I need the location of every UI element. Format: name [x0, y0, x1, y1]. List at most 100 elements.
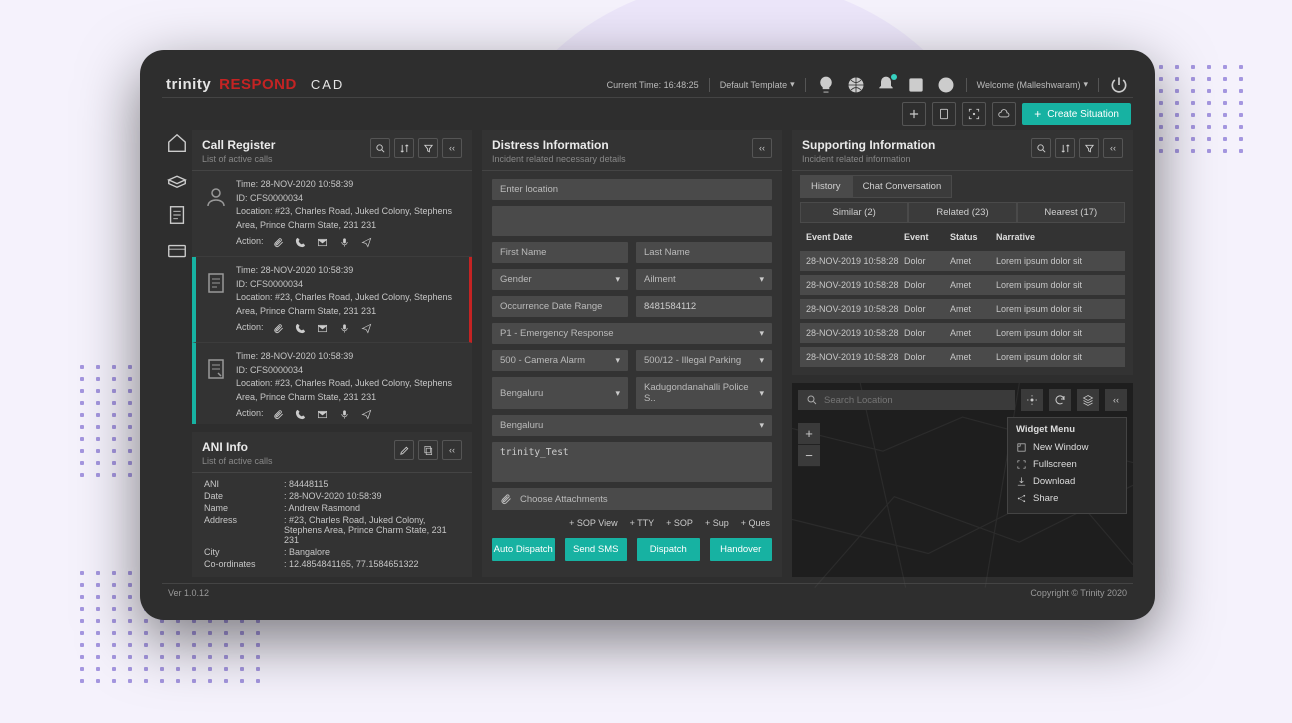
auto-dispatch-button[interactable]: Auto Dispatch: [492, 538, 555, 561]
send-icon[interactable]: [360, 321, 374, 335]
zoom-out-button[interactable]: −: [798, 445, 820, 467]
zoom-in-button[interactable]: +: [798, 423, 820, 445]
scan-icon[interactable]: [166, 168, 188, 190]
subtab-similar[interactable]: Similar (2): [800, 202, 908, 223]
filter-icon[interactable]: [1079, 138, 1099, 158]
refresh-icon[interactable]: [1049, 389, 1071, 411]
ques-link[interactable]: + Ques: [741, 518, 770, 528]
subtab-related[interactable]: Related (23): [908, 202, 1016, 223]
priority-select[interactable]: P1 - Emergency Response: [492, 323, 772, 344]
location-input[interactable]: [492, 179, 772, 200]
sort-icon[interactable]: [394, 138, 414, 158]
call-card[interactable]: Time: 28-NOV-2020 10:58:39 ID: CFS000003…: [192, 171, 472, 257]
edit-icon[interactable]: [394, 440, 414, 460]
current-time-label: Current Time: 16:48:25: [607, 80, 699, 90]
bell-icon[interactable]: [876, 75, 896, 95]
widget-menu: Widget Menu New Window Fullscreen Downlo…: [1007, 417, 1127, 514]
call-card[interactable]: Time: 28-NOV-2020 10:58:39 ID: CFS000003…: [192, 257, 472, 343]
clip-icon[interactable]: [272, 407, 286, 421]
event-sub-select[interactable]: 500/12 - Illegal Parking: [636, 350, 772, 371]
widget-share[interactable]: Share: [1016, 490, 1118, 507]
locate-icon[interactable]: [1021, 389, 1043, 411]
table-row[interactable]: 28-NOV-2019 10:58:28DolorAmetLorem ipsum…: [800, 275, 1125, 295]
cloud-icon[interactable]: [992, 102, 1016, 126]
mic-icon[interactable]: [338, 321, 352, 335]
bulb-icon[interactable]: [816, 75, 836, 95]
widget-download[interactable]: Download: [1016, 473, 1118, 490]
phone-input[interactable]: [636, 296, 772, 317]
event-type-select[interactable]: 500 - Camera Alarm: [492, 350, 628, 371]
widget-new-window[interactable]: New Window: [1016, 439, 1118, 456]
sup-link[interactable]: + Sup: [705, 518, 729, 528]
tty-link[interactable]: + TTY: [630, 518, 655, 528]
search-icon[interactable]: [1031, 138, 1051, 158]
table-row[interactable]: 28-NOV-2019 10:58:28DolorAmetLorem ipsum…: [800, 323, 1125, 343]
clip-icon[interactable]: [272, 321, 286, 335]
dispatch-button[interactable]: Dispatch: [637, 538, 700, 561]
sop-link[interactable]: + SOP: [666, 518, 693, 528]
clip-icon[interactable]: [272, 235, 286, 249]
mail-icon[interactable]: [316, 321, 330, 335]
gender-select[interactable]: Gender: [492, 269, 628, 290]
table-row[interactable]: 28-NOV-2019 10:58:28DolorAmetLorem ipsum…: [800, 251, 1125, 271]
table-row[interactable]: 28-NOV-2019 10:58:28DolorAmetLorem ipsum…: [800, 299, 1125, 319]
collapse-icon[interactable]: ‹‹: [1103, 138, 1123, 158]
copy-icon[interactable]: [418, 440, 438, 460]
brand-part3: CAD: [311, 77, 344, 92]
widget-fullscreen[interactable]: Fullscreen: [1016, 456, 1118, 473]
send-icon[interactable]: [360, 407, 374, 421]
station-select[interactable]: Kadugondanahalli Police S..: [636, 377, 772, 409]
search-icon[interactable]: [370, 138, 390, 158]
area-select[interactable]: Bengaluru: [492, 415, 772, 436]
call-card[interactable]: Time: 28-NOV-2020 10:58:39 ID: CFS000003…: [192, 343, 472, 424]
subtab-nearest[interactable]: Nearest (17): [1017, 202, 1125, 223]
send-sms-button[interactable]: Send SMS: [565, 538, 628, 561]
tab-history[interactable]: History: [800, 175, 852, 198]
world-icon[interactable]: [936, 75, 956, 95]
ailment-select[interactable]: Ailment: [636, 269, 772, 290]
last-name-input[interactable]: [636, 242, 772, 263]
power-icon[interactable]: [1109, 75, 1129, 95]
globe-icon[interactable]: [846, 75, 866, 95]
map-collapse-icon[interactable]: ‹‹: [1105, 389, 1127, 411]
focus-icon[interactable]: [962, 102, 986, 126]
city-select[interactable]: Bengaluru: [492, 377, 628, 409]
map-search-input[interactable]: [798, 390, 1015, 410]
phone-icon[interactable]: [906, 75, 926, 95]
location-extra-input[interactable]: [492, 206, 772, 236]
send-icon[interactable]: [360, 235, 374, 249]
choose-attachments-button[interactable]: Choose Attachments: [492, 488, 772, 510]
collapse-icon[interactable]: ‹‹: [752, 138, 772, 158]
supporting-title: Supporting Information: [802, 138, 1031, 152]
occurrence-date-input[interactable]: [492, 296, 628, 317]
document-icon[interactable]: [166, 204, 188, 226]
sopview-link[interactable]: + SOP View: [569, 518, 617, 528]
call-icon[interactable]: [294, 407, 308, 421]
table-row[interactable]: 28-NOV-2019 10:58:28DolorAmetLorem ipsum…: [800, 347, 1125, 367]
call-icon[interactable]: [294, 235, 308, 249]
sort-icon[interactable]: [1055, 138, 1075, 158]
distress-panel: Distress Information Incident related ne…: [482, 130, 782, 577]
tab-chat[interactable]: Chat Conversation: [852, 175, 953, 198]
home-icon[interactable]: [166, 132, 188, 154]
handover-button[interactable]: Handover: [710, 538, 773, 561]
mail-icon[interactable]: [316, 235, 330, 249]
layers-icon[interactable]: [1077, 389, 1099, 411]
create-situation-button[interactable]: +Create Situation: [1022, 103, 1131, 125]
welcome-dropdown[interactable]: Welcome (Malleshwaram)▾: [977, 79, 1088, 90]
add-button[interactable]: [902, 102, 926, 126]
notes-input[interactable]: [492, 442, 772, 482]
clipboard-icon[interactable]: [932, 102, 956, 126]
filter-icon[interactable]: [418, 138, 438, 158]
mic-icon[interactable]: [338, 235, 352, 249]
template-dropdown[interactable]: Default Template▾: [720, 79, 795, 90]
collapse-icon[interactable]: ‹‹: [442, 440, 462, 460]
map-panel[interactable]: ‹‹ + − Widget Menu New Window Fullscreen…: [792, 383, 1133, 577]
call-register-title: Call Register: [202, 138, 370, 152]
card-icon[interactable]: [166, 240, 188, 262]
mail-icon[interactable]: [316, 407, 330, 421]
call-icon[interactable]: [294, 321, 308, 335]
mic-icon[interactable]: [338, 407, 352, 421]
first-name-input[interactable]: [492, 242, 628, 263]
collapse-icon[interactable]: ‹‹: [442, 138, 462, 158]
